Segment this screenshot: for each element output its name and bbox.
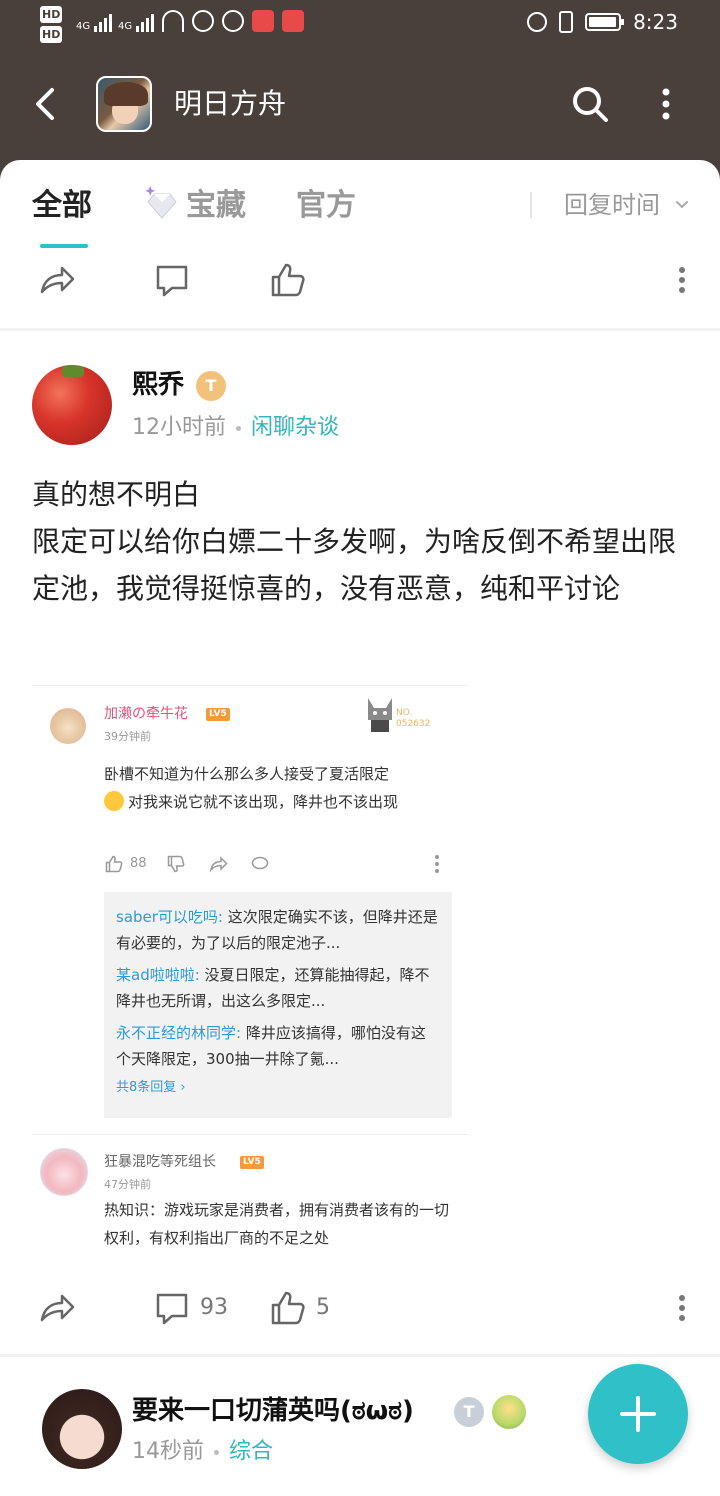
comment-icon: [251, 856, 269, 870]
number-value: 052632: [396, 719, 431, 729]
post-meta: 12小时前 闲聊杂谈: [132, 413, 339, 443]
hd-indicator: HD HD: [40, 6, 62, 46]
cat-sticker-icon: [368, 698, 392, 732]
wifi-icon: [162, 10, 184, 32]
like-icon[interactable]: [268, 1288, 308, 1328]
post-line: 限定可以给你白嫖二十多发啊，为啥反倒不希望出限定池，我觉得挺惊喜的，没有恶意，纯…: [32, 525, 677, 605]
diamond-icon: [145, 186, 177, 219]
back-arrow-icon[interactable]: [30, 84, 60, 124]
notification-icons: [162, 10, 304, 32]
share-icon[interactable]: [36, 260, 76, 300]
signal2-label: 4G: [118, 21, 133, 32]
post-body[interactable]: 真的想不明白 限定可以给你白嫖二十多发啊，为啥反倒不希望出限定池，我觉得挺惊喜的…: [32, 471, 692, 612]
signal1-label: 4G: [76, 21, 91, 32]
post-meta: 14秒前 综合: [132, 1437, 273, 1467]
embedded-replies: saber可以吃吗: 这次限定确实不该，但降井还是有必要的，为了以后的限定池子.…: [104, 892, 452, 1118]
username[interactable]: 要来一口切蒲英吗(ಠωಠ): [132, 1393, 414, 1429]
comment-icon[interactable]: [152, 1288, 192, 1328]
app-notification-icon: [252, 10, 274, 32]
reply-author: 永不正经的林同学:: [116, 1024, 242, 1042]
battery-icon: [585, 13, 625, 31]
page-title: 明日方舟: [174, 87, 287, 120]
embedded-level: LV5: [240, 1156, 264, 1169]
embedded-time: 39分钟前: [104, 730, 151, 743]
game-icon[interactable]: [96, 76, 152, 132]
search-icon[interactable]: [570, 84, 610, 124]
vibrate-icon: [559, 11, 574, 33]
embedded-line: 对我来说它就不该出现，降井也不该出现: [128, 793, 399, 811]
tab-all[interactable]: 全部: [32, 186, 92, 226]
comment-count[interactable]: 93: [200, 1292, 228, 1324]
tab-treasure[interactable]: 宝藏: [186, 186, 246, 226]
reply-author: 某ad啦啦啦:: [116, 966, 200, 984]
number-label: NO.: [396, 708, 413, 718]
reply-author: saber可以吃吗:: [116, 908, 223, 926]
post-line: 真的想不明白: [32, 478, 201, 511]
signal2-icon: 4G: [118, 10, 155, 32]
embedded-level: LV5: [206, 708, 230, 721]
post-actions: 93 5: [0, 1272, 720, 1342]
sort-dropdown[interactable]: 回复时间: [564, 188, 660, 222]
comment-icon[interactable]: [152, 260, 192, 300]
hd2-label: HD: [40, 26, 62, 43]
embedded-avatar: [50, 708, 86, 744]
share-icon[interactable]: [36, 1288, 76, 1328]
avatar[interactable]: [42, 1389, 122, 1469]
wechat-icon: [222, 10, 244, 32]
post-image[interactable]: 加濑の牵牛花 LV5 39分钟前 NO. 052632 卧槽不知道为什么那么多人…: [32, 685, 468, 1255]
embedded-actions: 88: [104, 854, 444, 878]
more-options-icon[interactable]: [676, 262, 688, 298]
alarm-icon: [527, 12, 548, 32]
signal-icon: 4G: [76, 10, 113, 32]
separator-dot: [236, 425, 241, 431]
embedded-avatar: [40, 1148, 88, 1196]
reply-item: 永不正经的林同学: 降井应该搞得，哪怕没有这个天降限定，300抽一井除了氪...: [116, 1020, 440, 1072]
reply-item: 某ad啦啦啦: 没夏日限定，还算能抽得起，降不降井也无所谓，出这么多限定...: [116, 962, 440, 1014]
user-sticker-icon: [492, 1395, 526, 1429]
more-options-icon[interactable]: [676, 1290, 688, 1326]
embedded-number: NO. 052632: [396, 708, 430, 730]
embedded-line: 卧槽不知道为什么那么多人接受了夏活限定: [104, 765, 390, 783]
more-vertical-icon[interactable]: [652, 86, 680, 122]
chevron-down-icon[interactable]: [674, 198, 690, 212]
total-replies-link: 共8条回复 ›: [116, 1080, 186, 1095]
feed-panel: 全部 宝藏 官方 回复时间 熙乔 T 12小时前 闲聊杂谈 真的想不明白 限定可…: [0, 160, 720, 1496]
like-icon: [105, 855, 123, 873]
reply-item: saber可以吃吗: 这次限定确实不该，但降井还是有必要的，为了以后的限定池子.…: [116, 904, 440, 956]
more-options-icon: [435, 855, 439, 873]
post-category[interactable]: 综合: [229, 1437, 273, 1467]
post-category[interactable]: 闲聊杂谈: [251, 413, 339, 443]
clock: 8:23: [633, 10, 678, 34]
hd1-label: HD: [40, 6, 62, 23]
divider: [530, 192, 532, 218]
like-count[interactable]: 5: [316, 1292, 330, 1324]
embedded-time: 47分钟前: [104, 1178, 151, 1191]
tab-official[interactable]: 官方: [296, 186, 356, 226]
app-header: 明日方舟: [0, 48, 720, 160]
embedded-username: 狂暴混吃等死组长: [104, 1154, 216, 1170]
level-badge: T: [454, 1397, 484, 1427]
username[interactable]: 熙乔: [132, 367, 184, 403]
emoji-icon: [104, 791, 124, 811]
post-time: 14秒前: [132, 1439, 204, 1464]
embedded-username: 加濑の牵牛花: [104, 706, 188, 722]
status-bar: HD HD 4G 4G 8:23: [0, 0, 720, 48]
share-icon: [209, 856, 228, 873]
post-time: 12小时前: [132, 415, 226, 440]
create-post-button[interactable]: [588, 1364, 688, 1464]
book-notification-icon: [282, 10, 304, 32]
weibo-icon: [192, 10, 214, 32]
level-badge: T: [196, 371, 226, 401]
embedded-comment-text: 热知识：游戏玩家是消费者，拥有消费者该有的一切权利，有权利指出厂商的不足之处: [104, 1201, 450, 1247]
embedded-comment-text: 卧槽不知道为什么那么多人接受了夏活限定 对我来说它就不该出现，降井也不该出现: [104, 760, 454, 816]
previous-post-actions: [0, 244, 720, 314]
embedded-like-count: 88: [130, 856, 147, 871]
tab-bar: 全部 宝藏 官方 回复时间: [0, 160, 720, 250]
like-icon[interactable]: [268, 260, 308, 300]
separator-dot: [214, 1449, 219, 1455]
avatar[interactable]: [32, 365, 112, 445]
dislike-icon: [167, 855, 185, 873]
divider: [32, 1134, 468, 1135]
